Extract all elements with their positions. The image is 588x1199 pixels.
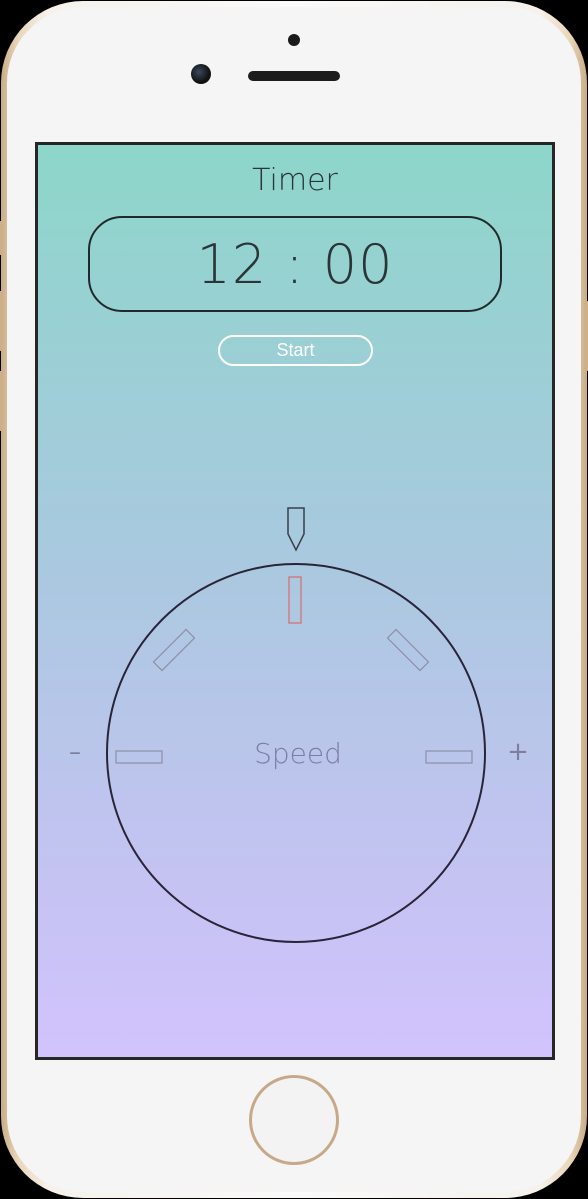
front-camera-icon (191, 64, 211, 84)
dial-tick-top[interactable] (288, 576, 302, 624)
dial-tick-left[interactable] (115, 750, 163, 764)
dial-tick-upper-right[interactable] (386, 628, 430, 672)
mute-switch (0, 221, 3, 255)
dial-pointer-icon (287, 507, 305, 552)
dial-tick-upper-left[interactable] (152, 628, 196, 672)
increase-speed-button[interactable]: + (503, 737, 533, 767)
app-screen: Timer 12 : 00 Start Speed – + (35, 142, 555, 1060)
volume-up-button (0, 291, 3, 351)
speed-label: Speed (254, 737, 342, 770)
dial-tick-right[interactable] (425, 750, 473, 764)
volume-down-button (0, 371, 3, 431)
home-button[interactable] (249, 1075, 339, 1165)
decrease-speed-button[interactable]: – (60, 737, 90, 767)
speed-dial (106, 507, 486, 943)
earpiece-speaker (248, 71, 340, 81)
proximity-sensor (288, 34, 300, 46)
